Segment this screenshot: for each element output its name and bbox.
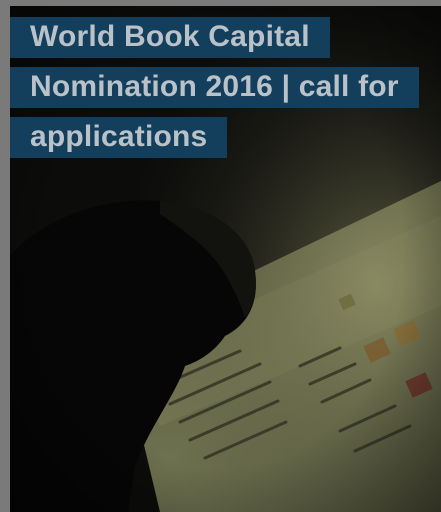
article-title-container[interactable]: World Book Capital Nomination 2016 | cal… (10, 12, 420, 162)
article-card[interactable]: World Book Capital Nomination 2016 | cal… (10, 6, 441, 512)
article-title-text[interactable]: World Book Capital Nomination 2016 | cal… (10, 17, 419, 158)
article-title[interactable]: World Book Capital Nomination 2016 | cal… (10, 12, 420, 162)
